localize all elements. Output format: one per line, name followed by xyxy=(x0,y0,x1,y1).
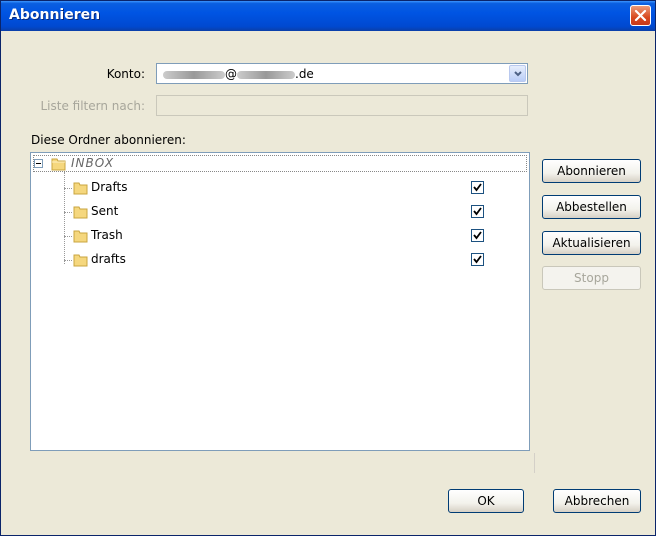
tree-label: Trash xyxy=(91,228,123,242)
folder-icon xyxy=(51,158,66,171)
account-value-at: @ xyxy=(225,67,237,81)
tree-line xyxy=(64,260,72,261)
tree-row[interactable]: Sent xyxy=(31,201,529,223)
folder-icon xyxy=(73,254,88,267)
folder-icon xyxy=(73,182,88,195)
dropdown-button[interactable] xyxy=(509,65,526,82)
close-button[interactable] xyxy=(630,5,651,26)
subscribe-checkbox[interactable] xyxy=(471,205,484,218)
tree-row[interactable]: drafts xyxy=(31,249,529,271)
tree-row[interactable]: Drafts xyxy=(31,177,529,199)
list-heading: Diese Ordner abonnieren: xyxy=(31,133,186,147)
tree-label: Drafts xyxy=(91,180,128,194)
tree-label: drafts xyxy=(91,252,126,266)
subscribe-checkbox[interactable] xyxy=(471,253,484,266)
folder-icon xyxy=(73,206,88,219)
collapse-icon[interactable] xyxy=(34,159,43,168)
unsubscribe-button[interactable]: Abbestellen xyxy=(542,195,641,219)
folder-icon xyxy=(73,230,88,243)
tree-row-inbox[interactable]: INBOX xyxy=(31,153,529,175)
filter-input xyxy=(156,95,528,116)
stop-button: Stopp xyxy=(542,266,641,290)
subscribe-checkbox[interactable] xyxy=(471,229,484,242)
checkmark-icon xyxy=(473,231,482,240)
subscribe-checkbox[interactable] xyxy=(471,181,484,194)
tree-line xyxy=(64,188,72,189)
ok-button[interactable]: OK xyxy=(448,489,524,513)
chevron-down-icon xyxy=(514,71,522,77)
window-title: Abonnieren xyxy=(9,7,101,23)
tree-row[interactable]: Trash xyxy=(31,225,529,247)
account-value: @ .de xyxy=(163,67,314,81)
divider xyxy=(534,453,535,473)
close-icon xyxy=(634,9,647,22)
account-value-suffix: .de xyxy=(295,67,314,81)
redacted-domain xyxy=(237,70,295,79)
account-label: Konto: xyxy=(106,67,145,81)
redacted-user xyxy=(163,70,225,79)
subscribe-button[interactable]: Abonnieren xyxy=(542,159,641,183)
tree-label: INBOX xyxy=(71,156,115,170)
tree-line xyxy=(64,212,72,213)
tree-label: Sent xyxy=(91,204,119,218)
tree-line xyxy=(64,236,72,237)
checkmark-icon xyxy=(473,255,482,264)
subscribe-dialog: Abonnieren Konto: @ .de Liste filtern nac… xyxy=(0,0,656,536)
refresh-button[interactable]: Aktualisieren xyxy=(542,231,641,255)
checkmark-icon xyxy=(473,207,482,216)
cancel-button[interactable]: Abbrechen xyxy=(553,489,641,513)
account-select[interactable]: @ .de xyxy=(156,63,528,84)
checkmark-icon xyxy=(473,183,482,192)
folder-tree[interactable]: INBOX Drafts Sent Trash drafts xyxy=(30,152,530,451)
title-bar[interactable]: Abonnieren xyxy=(1,1,655,31)
filter-label: Liste filtern nach: xyxy=(40,99,145,113)
